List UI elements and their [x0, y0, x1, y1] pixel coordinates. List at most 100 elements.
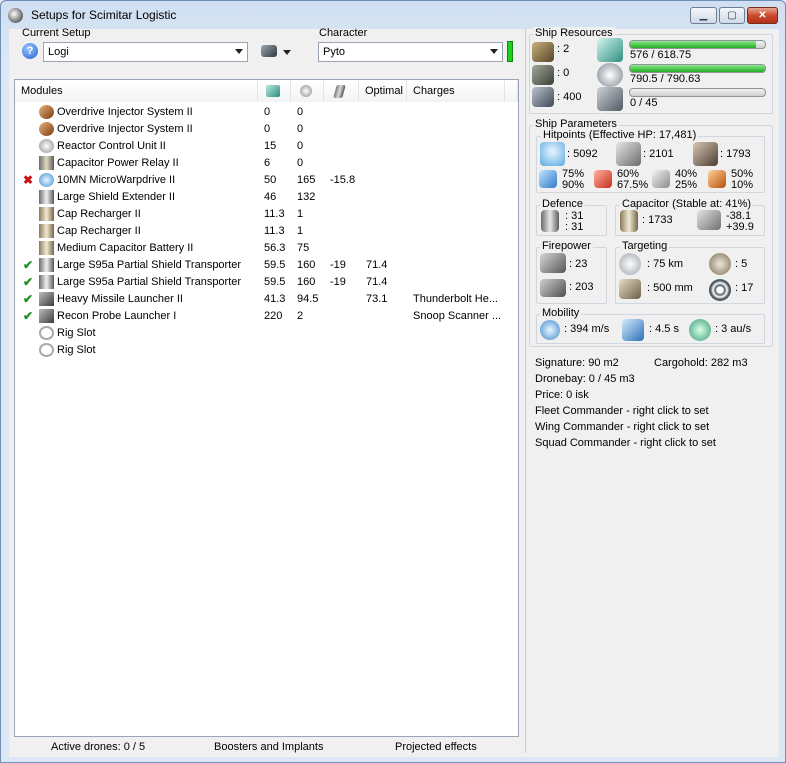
- targeting-title: Targeting: [620, 240, 670, 252]
- module-name: Reactor Control Unit II: [57, 140, 166, 152]
- module-state-icon[interactable]: [23, 207, 35, 221]
- module-row[interactable]: Cap Recharger II 11.3 1: [15, 223, 519, 240]
- active-state-icon[interactable]: ✔: [23, 292, 35, 306]
- squad-commander-slot[interactable]: Squad Commander - right click to set: [535, 437, 716, 449]
- wing-commander-slot[interactable]: Wing Commander - right click to set: [535, 421, 709, 433]
- column-header-charges[interactable]: Charges: [407, 80, 505, 102]
- character-select[interactable]: Pyto: [318, 42, 503, 62]
- title-bar[interactable]: Setups for Scimitar Logistic ▁ ▢ ✕: [1, 1, 785, 29]
- column-header-cpu[interactable]: [258, 80, 291, 102]
- targeting-range-value: : 75 km: [647, 258, 684, 270]
- close-button[interactable]: ✕: [747, 7, 778, 24]
- chevron-down-icon: [490, 49, 498, 54]
- maximize-button[interactable]: ▢: [719, 7, 745, 24]
- active-state-icon[interactable]: ✔: [23, 258, 35, 272]
- module-charges: Snoop Scanner ...: [413, 310, 502, 322]
- modules-list[interactable]: Modules Optimal Charges Overdrive Inject…: [14, 79, 519, 737]
- module-row[interactable]: Cap Recharger II 11.3 1: [15, 206, 519, 223]
- module-row[interactable]: ✔ Large S95a Partial Shield Transporter 59…: [15, 257, 519, 274]
- setup-menu-button[interactable]: [259, 42, 293, 62]
- module-cpu: 11.3: [264, 208, 285, 220]
- module-icon: [39, 224, 54, 238]
- module-row[interactable]: Rig Slot: [15, 342, 519, 359]
- explosive-resist-values: 50% 10%: [731, 169, 753, 191]
- module-icon: [39, 292, 54, 306]
- powergrid-usage-bar: [629, 64, 766, 73]
- current-setup-label: Current Setup: [22, 27, 91, 39]
- module-state-icon[interactable]: [23, 224, 35, 238]
- module-powergrid: 132: [297, 191, 316, 203]
- module-state-icon[interactable]: [23, 343, 35, 357]
- module-state-icon[interactable]: [23, 241, 35, 255]
- column-header-modules[interactable]: Modules: [15, 80, 258, 102]
- module-optimal: 71.4: [366, 276, 388, 288]
- client-area: Current Setup ? Logi Character Pyto Modu…: [9, 27, 779, 757]
- module-row[interactable]: Medium Capacitor Battery II 56.3 75: [15, 240, 519, 257]
- module-state-icon[interactable]: [23, 139, 35, 153]
- module-cpu: 59.5: [264, 259, 286, 271]
- drone-bandwidth-value: 0 / 45: [630, 97, 658, 109]
- module-powergrid: 94.5: [297, 293, 319, 305]
- column-header-powergrid[interactable]: [291, 80, 324, 102]
- active-state-icon[interactable]: ✔: [23, 309, 35, 323]
- defence-icon: [541, 210, 559, 232]
- module-state-icon[interactable]: [23, 156, 35, 170]
- module-name: Heavy Missile Launcher II: [57, 293, 183, 305]
- module-state-icon[interactable]: [23, 326, 35, 340]
- capacitor-delta-values: -38.1 +39.9: [726, 211, 754, 233]
- character-label: Character: [319, 27, 368, 39]
- projected-effects-status[interactable]: Projected effects: [395, 741, 477, 753]
- module-row[interactable]: Overdrive Injector System II 0 0: [15, 121, 519, 138]
- setup-select[interactable]: Logi: [43, 42, 248, 62]
- module-row[interactable]: Rig Slot: [15, 325, 519, 342]
- module-row[interactable]: ✔ Recon Probe Launcher I 220 2 Snoop Scanner…: [15, 308, 519, 325]
- module-row[interactable]: Capacitor Power Relay II 6 0: [15, 155, 519, 172]
- module-cpu: 56.3: [264, 242, 286, 254]
- active-state-icon[interactable]: ✔: [23, 275, 35, 289]
- em-resist-icon: [539, 170, 557, 188]
- module-row[interactable]: ✔ Heavy Missile Launcher II 41.3 94.5 73.1 Th…: [15, 291, 519, 308]
- module-cpu: 220: [264, 310, 283, 322]
- kinetic-resist-icon: [652, 170, 670, 188]
- module-icon: [39, 156, 54, 170]
- module-row[interactable]: Large Shield Extender II 46 132: [15, 189, 519, 206]
- module-powergrid: 1: [297, 208, 304, 220]
- capacitor-recharge-icon: [697, 210, 721, 230]
- module-row[interactable]: Overdrive Injector System II 0 0: [15, 104, 519, 121]
- module-icon: [39, 275, 54, 289]
- column-header-optimal[interactable]: Optimal: [359, 80, 407, 102]
- structure-hp-value: : 1793: [720, 148, 751, 160]
- price-value: Price: 0 isk: [535, 389, 589, 401]
- module-row[interactable]: Reactor Control Unit II 15 0: [15, 138, 519, 155]
- module-state-icon[interactable]: [23, 105, 35, 119]
- fleet-commander-slot[interactable]: Fleet Commander - right click to set: [535, 405, 709, 417]
- capacitor-amount-value: : 1733: [642, 214, 673, 226]
- module-row[interactable]: ✖ 10MN MicroWarpdrive II 50 165 -15.8: [15, 172, 519, 189]
- shield-hp-value: : 5092: [567, 148, 598, 160]
- module-powergrid: 0: [297, 157, 304, 169]
- module-name: Large Shield Extender II: [57, 191, 176, 203]
- module-capacitor: -19: [330, 276, 346, 288]
- module-state-icon[interactable]: [23, 122, 35, 136]
- column-header-filler: [505, 80, 518, 102]
- powergrid-icon: [300, 85, 312, 97]
- module-cpu: 0: [264, 106, 271, 118]
- ship-icon: [261, 45, 277, 57]
- help-icon[interactable]: ?: [22, 43, 38, 59]
- module-row[interactable]: ✔ Large S95a Partial Shield Transporter 59…: [15, 274, 519, 291]
- module-icon: [39, 343, 54, 357]
- launcher-hardpoint-icon: [532, 65, 554, 85]
- offline-state-icon[interactable]: ✖: [23, 173, 35, 187]
- explosive-resist-armor: 10%: [731, 179, 754, 191]
- active-drones-status[interactable]: Active drones: 0 / 5: [51, 741, 145, 753]
- column-header-capacitor[interactable]: [324, 80, 359, 102]
- shield-icon: [540, 142, 565, 166]
- module-icon: [39, 105, 54, 119]
- minimize-button[interactable]: ▁: [690, 7, 717, 24]
- boosters-implants-status[interactable]: Boosters and Implants: [214, 741, 323, 753]
- module-powergrid: 0: [297, 106, 304, 118]
- module-capacitor: -15.8: [330, 174, 356, 186]
- module-state-icon[interactable]: [23, 190, 35, 204]
- powergrid-usage-value: 790.5 / 790.63: [630, 73, 701, 85]
- module-capacitor: -19: [330, 259, 346, 271]
